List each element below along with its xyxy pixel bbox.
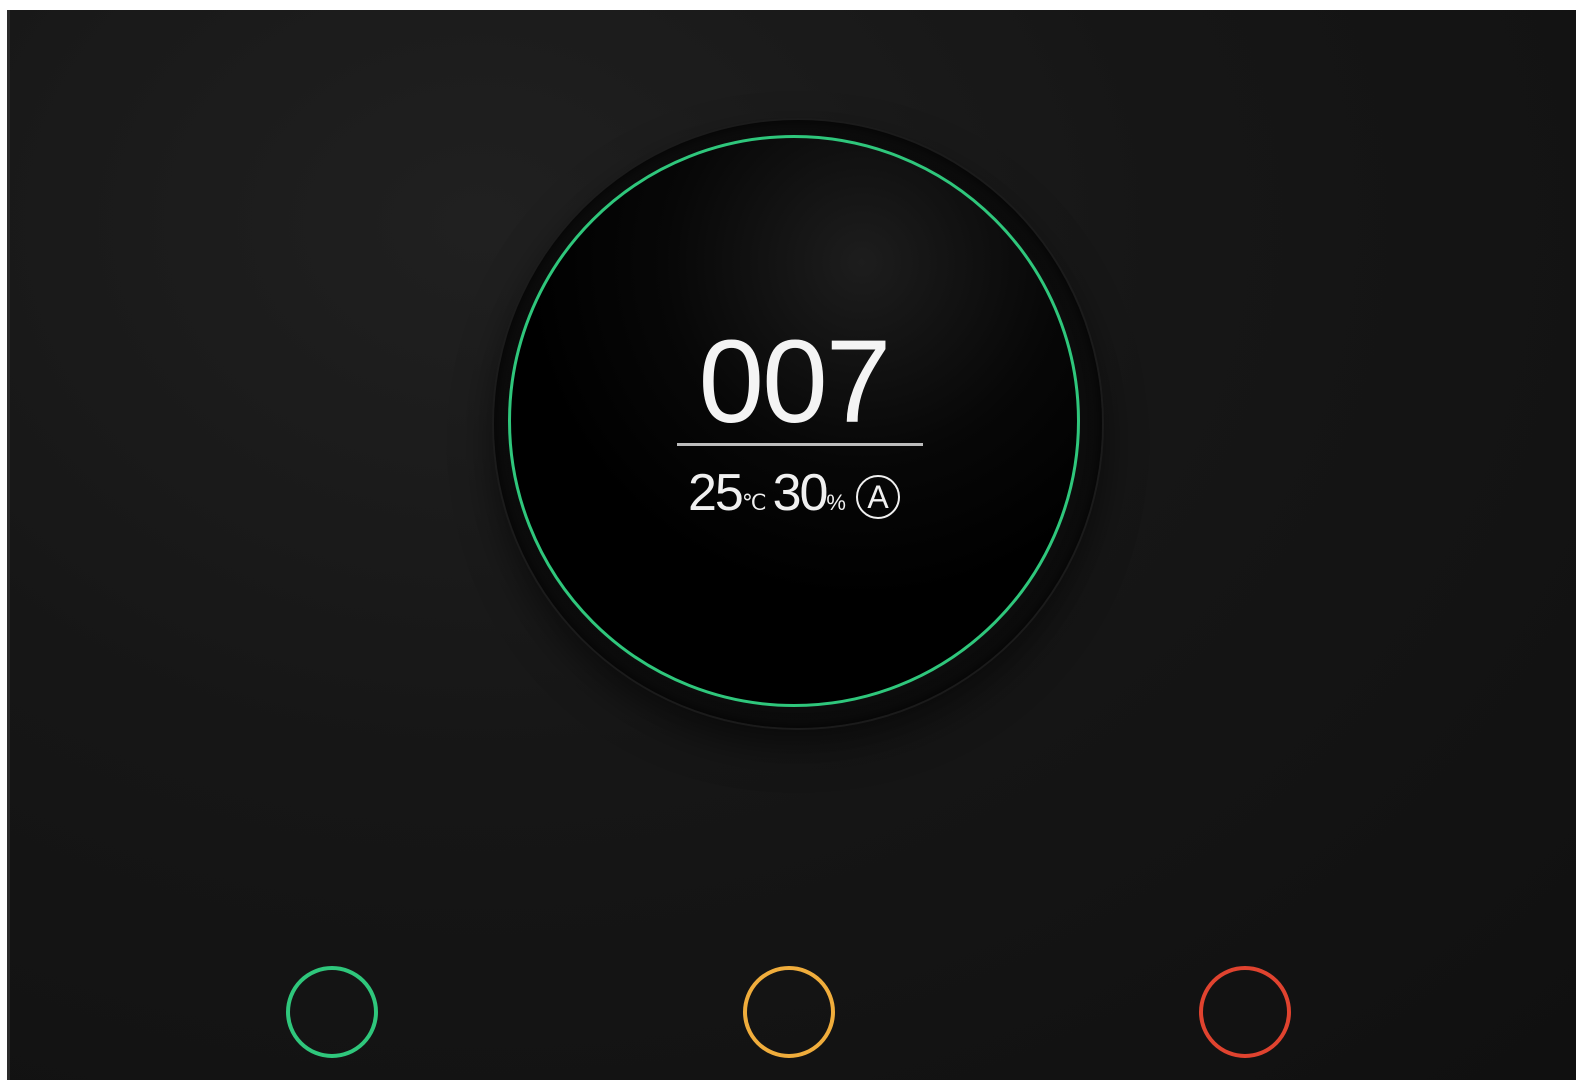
humidity-value: 30	[772, 464, 829, 522]
reading-divider	[677, 443, 923, 446]
temperature-unit: ℃	[741, 490, 767, 515]
poor-level-circle-icon[interactable]	[1199, 966, 1291, 1058]
moderate-level-circle-icon[interactable]	[743, 966, 835, 1058]
auto-mode-badge: A	[855, 475, 900, 519]
dial-display[interactable]: 007 25℃ 30% A	[508, 135, 1080, 707]
device-panel: 007 25℃ 30% A	[10, 10, 1576, 1080]
good-level-circle-icon[interactable]	[286, 966, 378, 1058]
main-reading: 007	[698, 316, 892, 448]
humidity-unit: %	[826, 490, 846, 515]
screenshot-frame: 007 25℃ 30% A	[0, 0, 1576, 1088]
temperature-value: 25	[688, 464, 744, 522]
environment-row: 25℃ 30% A	[511, 463, 1077, 523]
